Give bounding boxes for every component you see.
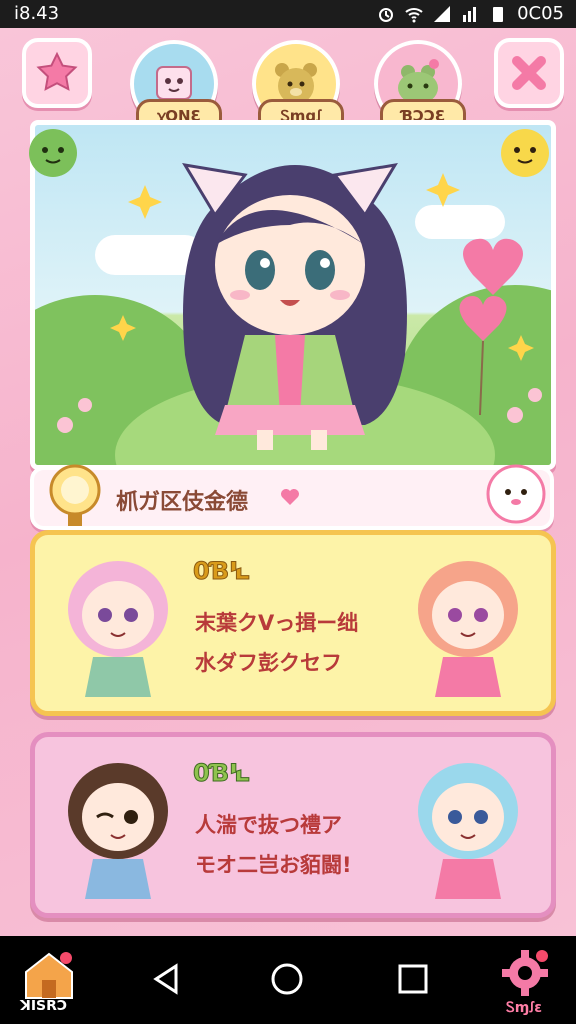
favorite-button[interactable] [22, 38, 92, 108]
battery-icon [493, 6, 504, 22]
character-illustration [57, 162, 542, 450]
wifi-icon [405, 7, 423, 22]
battery-text: 0C05 [517, 3, 564, 24]
signal-bars-icon [463, 6, 477, 22]
recents-icon[interactable] [396, 962, 430, 996]
card-text-line-2: モオ二岂お貊闘! [195, 853, 352, 877]
character-avatar-right [418, 763, 518, 899]
signal-icon [434, 5, 451, 22]
heart-icon [281, 489, 299, 505]
bottom-nav-bar: ꓘꓲꓢꓣꓛ Ꮪɱꭍɛ [0, 936, 576, 1024]
character-card[interactable]: 0ƁꝆ 人湍で抜つ禮ア モオ二岂お貊闘! [30, 732, 556, 918]
home-icon [25, 952, 73, 999]
home-circle-icon[interactable] [270, 962, 304, 996]
sun-mascot-icon [501, 129, 549, 177]
back-icon[interactable] [150, 962, 184, 996]
character-avatar-left [68, 561, 168, 697]
character-avatar-left [68, 763, 168, 899]
close-icon [512, 56, 546, 90]
home-nav-label: ꓘꓲꓢꓣꓛ [20, 998, 68, 1014]
sparkle-icon [128, 185, 162, 219]
character-stage[interactable] [30, 120, 556, 470]
status-bar: i8.43 0C05 [0, 0, 576, 28]
card-text-line-2: 水ダフ彭クセフ [195, 651, 342, 675]
gear-icon [502, 950, 548, 996]
puppy-mascot-icon [486, 464, 546, 524]
sparkle-icon [508, 335, 534, 361]
sparkle-icon [110, 315, 136, 341]
card-tag: 0ƁꝆ [193, 557, 251, 586]
banner-text: 枛ガ区伎金德 [116, 490, 249, 515]
card-text-line-1: 末葉クVっ揖ー绌 [195, 611, 359, 635]
trophy-icon [49, 464, 101, 526]
star-icon [36, 51, 78, 91]
character-avatar-right [418, 561, 518, 697]
message-banner[interactable]: 枛ガ区伎金德 [30, 464, 554, 530]
status-time: i8.43 [14, 3, 60, 24]
close-button[interactable] [494, 38, 564, 108]
card-text-line-1: 人湍で抜つ禮ア [195, 813, 342, 837]
sparkle-icon [426, 173, 460, 207]
dragon-mascot-icon [29, 129, 77, 177]
settings-nav-label: Ꮪɱꭍɛ [506, 1000, 543, 1016]
card-tag: 0ƁꝆ [193, 759, 251, 788]
alarm-icon [379, 7, 394, 22]
character-card[interactable]: 0ƁꝆ 末葉クVっ揖ー绌 水ダフ彭クセフ [30, 530, 556, 716]
